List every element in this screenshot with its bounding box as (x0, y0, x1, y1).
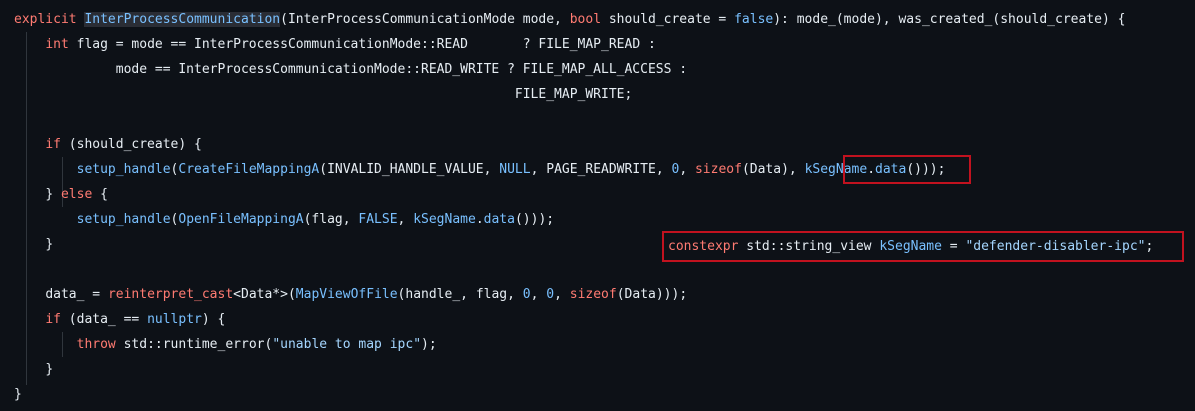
code-text: = (941, 239, 966, 254)
code-text: ): mode_(mode), was_created_(should_crea… (773, 12, 1126, 27)
keyword: else (60, 187, 93, 202)
code-text: mode == InterProcessCommunicationMode::R… (14, 62, 688, 77)
code-line-1: explicit InterProcessCommunication(Inter… (14, 7, 1125, 32)
function-name: InterProcessCommunication (84, 12, 281, 27)
keyword: throw (76, 337, 116, 352)
code-line-8: setup_handle(OpenFileMappingA(flag, FALS… (14, 207, 554, 232)
literal: nullptr (147, 312, 202, 327)
code-line-11: if (data_ == nullptr) { (14, 307, 225, 332)
code-line-13: } (14, 357, 53, 382)
code-text: . (475, 212, 484, 227)
ksegname-callout: constexpr std::string_view kSegName = "d… (662, 231, 1184, 262)
function-call: CreateFileMappingA (178, 162, 320, 177)
code-text: ( (287, 287, 296, 302)
code-text: <Data*> (233, 287, 288, 302)
function-call: OpenFileMappingA (178, 212, 304, 227)
code-text: (should_create) { (60, 137, 202, 152)
literal: false (734, 12, 774, 27)
code-text: { (92, 187, 108, 202)
literal: NULL (499, 162, 531, 177)
number: 0 (546, 287, 555, 302)
code-text: ())); (514, 212, 555, 227)
code-text: std::runtime_error( (115, 337, 273, 352)
keyword: if (45, 312, 61, 327)
code-text: ; (1145, 239, 1154, 254)
keyword: if (45, 137, 61, 152)
code-text: } (45, 237, 54, 252)
code-text: (data_ == (60, 312, 148, 327)
code-text: ); (421, 337, 437, 352)
highlight-box (843, 155, 971, 184)
identifier: kSegName (413, 212, 476, 227)
keyword: constexpr (668, 239, 739, 254)
code-line-14: } (14, 382, 22, 407)
code-text: , (679, 162, 695, 177)
string-literal: "unable to map ipc" (272, 337, 422, 352)
code-line-6: setup_handle(CreateFileMappingA(INVALID_… (14, 157, 946, 182)
code-text: , PAGE_READWRITE, (530, 162, 672, 177)
number: 0 (522, 287, 531, 302)
function-call: setup_handle (76, 212, 171, 227)
keyword: sizeof (569, 287, 617, 302)
code-text: } (45, 362, 54, 377)
keyword: reinterpret_cast (107, 287, 234, 302)
code-text: (handle_, flag, (397, 287, 523, 302)
code-line-12: throw std::runtime_error("unable to map … (14, 332, 437, 357)
code-text: (InterProcessCommunicationMode mode, (280, 12, 570, 27)
code-text: data_ = (45, 287, 108, 302)
keyword: int (45, 37, 69, 52)
code-text: (flag, (303, 212, 359, 227)
string-literal: "defender-disabler-ipc" (965, 239, 1146, 254)
function-call: MapViewOfFile (295, 287, 398, 302)
function-call: data (483, 212, 515, 227)
code-text: (INVALID_HANDLE_VALUE, (319, 162, 500, 177)
code-line-2: int flag = mode == InterProcessCommunica… (14, 32, 656, 57)
code-text: should_create = (601, 12, 735, 27)
code-text: flag = mode == InterProcessCommunication… (68, 37, 656, 52)
code-line-5: if (should_create) { (14, 132, 202, 157)
code-text: (Data), (741, 162, 805, 177)
code-line-9: } (14, 232, 53, 257)
literal: FALSE (358, 212, 398, 227)
identifier: kSegName (879, 239, 942, 254)
code-editor: explicit InterProcessCommunication(Inter… (0, 0, 1195, 411)
code-text: FILE_MAP_WRITE; (14, 87, 633, 102)
keyword: sizeof (694, 162, 742, 177)
code-text: std::string_view (738, 239, 880, 254)
code-text: ) { (201, 312, 226, 327)
code-text: } (14, 387, 22, 402)
keyword: explicit (14, 12, 77, 27)
code-text: , (397, 212, 414, 227)
code-text: , (554, 287, 570, 302)
function-call: setup_handle (76, 162, 171, 177)
code-line-4: FILE_MAP_WRITE; (14, 82, 632, 107)
keyword: bool (569, 12, 602, 27)
code-line-10: data_ = reinterpret_cast<Data*>(MapViewO… (14, 282, 687, 307)
code-line-3: mode == InterProcessCommunicationMode::R… (14, 57, 687, 82)
code-text: (Data))); (616, 287, 688, 302)
code-text: } (45, 187, 61, 202)
code-line-7: } else { (14, 182, 108, 207)
code-text: , (530, 287, 547, 302)
